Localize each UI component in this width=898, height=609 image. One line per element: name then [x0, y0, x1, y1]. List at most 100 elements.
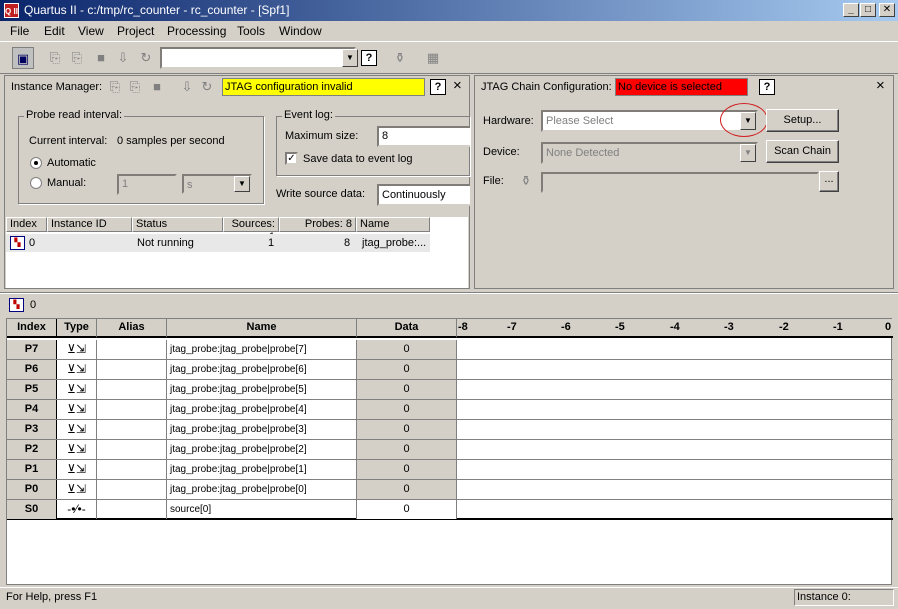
table-row[interactable]: P2 ⊻⇲ jtag_probe:jtag_probe|probe[2] 0: [7, 440, 893, 460]
table-row[interactable]: P5 ⊻⇲ jtag_probe:jtag_probe|probe[5] 0: [7, 380, 893, 400]
manual-unit-select[interactable]: s ▼: [182, 174, 252, 194]
quartus-app-icon[interactable]: Q II: [4, 3, 19, 18]
row-data[interactable]: 0: [357, 500, 457, 519]
col-sources[interactable]: Sources: 1: [223, 217, 279, 243]
time-ruler[interactable]: -8 -7 -6 -5 -4 -3 -2 -1 0: [457, 319, 893, 338]
help-icon[interactable]: ?: [361, 50, 377, 66]
row-alias[interactable]: [97, 480, 167, 499]
row-alias[interactable]: [97, 340, 167, 359]
im-continuous-icon[interactable]: ↻: [196, 76, 218, 98]
programmer-icon[interactable]: ⚱: [389, 47, 411, 69]
row-index: P1: [7, 460, 57, 479]
instance-icon: ▚: [10, 236, 25, 250]
menu-view[interactable]: View: [78, 24, 104, 38]
toolbar-combo[interactable]: [160, 47, 356, 69]
write-source-label: Write source data:: [276, 188, 366, 200]
table-row[interactable]: P3 ⊻⇲ jtag_probe:jtag_probe|probe[3] 0: [7, 420, 893, 440]
maximize-button[interactable]: □: [860, 3, 876, 17]
file-input[interactable]: [541, 172, 819, 193]
table-row[interactable]: P1 ⊻⇲ jtag_probe:jtag_probe|probe[1] 0: [7, 460, 893, 480]
write-source-select[interactable]: Continuously: [377, 184, 470, 206]
max-size-input[interactable]: 8: [377, 126, 470, 147]
manual-interval-input[interactable]: 1: [117, 174, 177, 195]
im-autorun-icon[interactable]: ⎘: [124, 76, 146, 98]
im-read-icon[interactable]: ⇩: [176, 76, 198, 98]
jtag-status-field: JTAG configuration invalid: [222, 78, 425, 96]
menu-project[interactable]: Project: [117, 24, 154, 38]
header-type[interactable]: Type: [57, 319, 97, 338]
row-alias[interactable]: [97, 400, 167, 419]
unit-dropdown-icon[interactable]: ▼: [234, 176, 250, 192]
row-index: P3: [7, 420, 57, 439]
save-event-log-label: Save data to event log: [303, 153, 413, 165]
row-alias[interactable]: [97, 420, 167, 439]
table-row[interactable]: P0 ⊻⇲ jtag_probe:jtag_probe|probe[0] 0: [7, 480, 893, 500]
instance-tab-icon[interactable]: ▚: [9, 298, 24, 312]
row-name: jtag_probe:...: [362, 237, 427, 249]
manual-label: Manual:: [47, 177, 87, 189]
row-waveform: [457, 380, 893, 399]
menu-processing[interactable]: Processing: [167, 24, 226, 38]
jtag-help-icon[interactable]: ?: [759, 79, 775, 95]
menu-edit[interactable]: Edit: [44, 24, 65, 38]
row-name: jtag_probe:jtag_probe|probe[1]: [167, 460, 357, 479]
probe-interval-title: Probe read interval:: [24, 109, 124, 121]
probe-type-icon: ⊻⇲: [57, 440, 97, 459]
manual-radio[interactable]: [30, 177, 42, 189]
automatic-radio[interactable]: [30, 157, 42, 169]
menu-window[interactable]: Window: [279, 24, 322, 38]
scan-chain-button[interactable]: Scan Chain: [766, 140, 839, 163]
col-name[interactable]: Name: [356, 217, 430, 232]
header-alias[interactable]: Alias: [97, 319, 167, 338]
read-data-icon[interactable]: ⇩: [112, 47, 134, 69]
device-select[interactable]: None Detected ▼: [541, 142, 758, 164]
stop-analysis-icon[interactable]: ■: [90, 47, 112, 69]
minimize-button[interactable]: _: [843, 3, 859, 17]
run-analysis-icon[interactable]: ⎘: [44, 47, 66, 69]
im-help-icon[interactable]: ?: [430, 79, 446, 95]
header-name[interactable]: Name: [167, 319, 357, 338]
header-index[interactable]: Index: [7, 319, 57, 338]
device-dropdown-icon[interactable]: ▼: [740, 144, 756, 162]
splitter[interactable]: [0, 292, 898, 294]
row-alias[interactable]: [97, 360, 167, 379]
row-name: jtag_probe:jtag_probe|probe[6]: [167, 360, 357, 379]
toolbar-combo-arrow-icon[interactable]: ▼: [342, 49, 358, 67]
im-run-icon[interactable]: ⎘: [104, 76, 126, 98]
close-button[interactable]: ✕: [879, 3, 895, 17]
tick-label: -5: [615, 321, 625, 333]
table-row[interactable]: P7 ⊻⇲ jtag_probe:jtag_probe|probe[7] 0: [7, 340, 893, 360]
col-status[interactable]: Status: [132, 217, 223, 232]
tick-label: 0: [885, 321, 892, 333]
menu-tools[interactable]: Tools: [237, 24, 265, 38]
im-close-icon[interactable]: ×: [453, 77, 462, 94]
col-probes[interactable]: Probes: 8: [279, 217, 356, 232]
save-event-log-checkbox[interactable]: ✓: [285, 152, 298, 165]
header-data[interactable]: Data: [357, 319, 457, 338]
col-instance-id[interactable]: Instance ID: [47, 217, 132, 232]
table-row[interactable]: P4 ⊻⇲ jtag_probe:jtag_probe|probe[4] 0: [7, 400, 893, 420]
row-alias[interactable]: [97, 440, 167, 459]
jtag-close-icon[interactable]: ×: [876, 77, 885, 94]
signaltap-window-icon[interactable]: ▣: [12, 47, 34, 69]
row-alias[interactable]: [97, 460, 167, 479]
row-name: jtag_probe:jtag_probe|probe[5]: [167, 380, 357, 399]
table-row[interactable]: P6 ⊻⇲ jtag_probe:jtag_probe|probe[6] 0: [7, 360, 893, 380]
col-index[interactable]: Index: [6, 217, 47, 232]
row-alias[interactable]: [97, 380, 167, 399]
max-size-label: Maximum size:: [285, 130, 359, 142]
menu-file[interactable]: File: [10, 24, 29, 38]
autorun-analysis-icon[interactable]: ⎘: [66, 47, 88, 69]
im-stop-icon[interactable]: ■: [146, 76, 168, 98]
table-row[interactable]: S0 -•⁄•- source[0] 0: [7, 500, 893, 520]
signal-grid: Index Type Alias Name Data -8 -7 -6 -5 -…: [6, 318, 893, 585]
instance-tab-label[interactable]: 0: [30, 299, 36, 311]
row-alias[interactable]: [97, 500, 167, 519]
probe-type-icon: ⊻⇲: [57, 460, 97, 479]
browse-button[interactable]: ...: [819, 171, 839, 192]
title-bar[interactable]: Q II Quartus II - c:/tmp/rc_counter - rc…: [0, 0, 898, 21]
setup-button[interactable]: Setup...: [766, 109, 839, 132]
tick-label: -3: [724, 321, 734, 333]
chip-icon[interactable]: ▦: [422, 47, 444, 69]
continuous-read-icon[interactable]: ↻: [135, 47, 157, 69]
